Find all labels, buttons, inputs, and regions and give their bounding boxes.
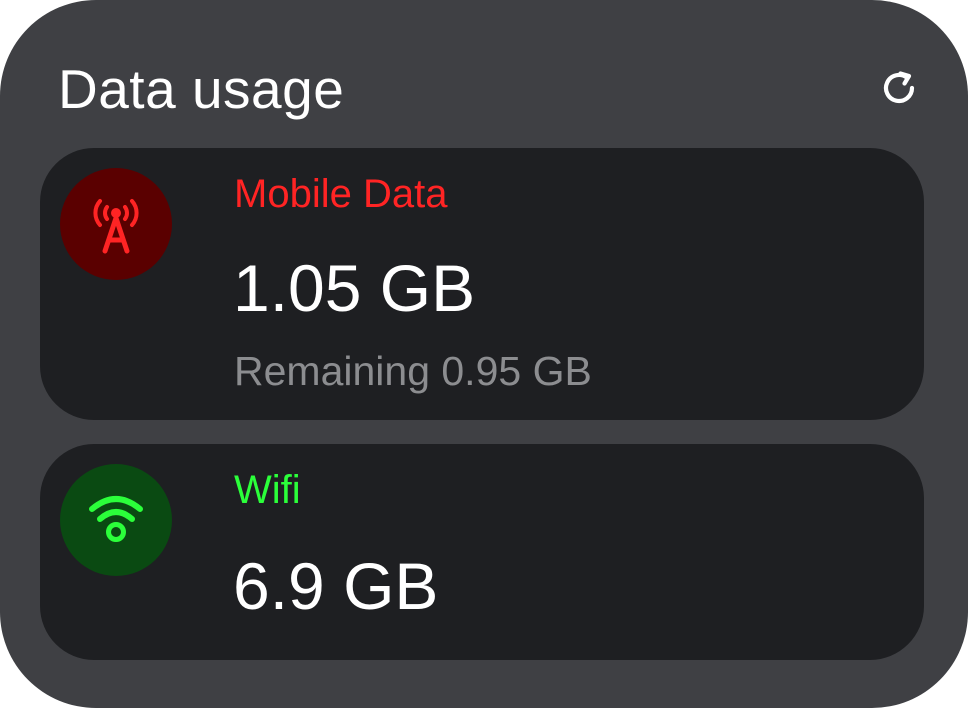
wifi-label: Wifi <box>234 468 301 512</box>
wifi-card[interactable]: Wifi 6.9 GB <box>40 444 924 660</box>
refresh-icon[interactable] <box>876 64 924 112</box>
data-usage-widget: Data usage Mobile Data 1.05 GB Remaining… <box>0 0 968 708</box>
mobile-data-card[interactable]: Mobile Data 1.05 GB Remaining 0.95 GB <box>40 148 924 420</box>
wifi-icon <box>60 464 172 576</box>
mobile-data-value: 1.05 GB <box>233 251 476 325</box>
cell-tower-icon <box>60 168 172 280</box>
widget-title: Data usage <box>58 58 345 120</box>
mobile-data-remaining: Remaining 0.95 GB <box>234 348 592 394</box>
mobile-data-label: Mobile Data <box>234 172 448 216</box>
widget-header: Data usage <box>58 50 924 130</box>
wifi-value: 6.9 GB <box>233 549 439 623</box>
